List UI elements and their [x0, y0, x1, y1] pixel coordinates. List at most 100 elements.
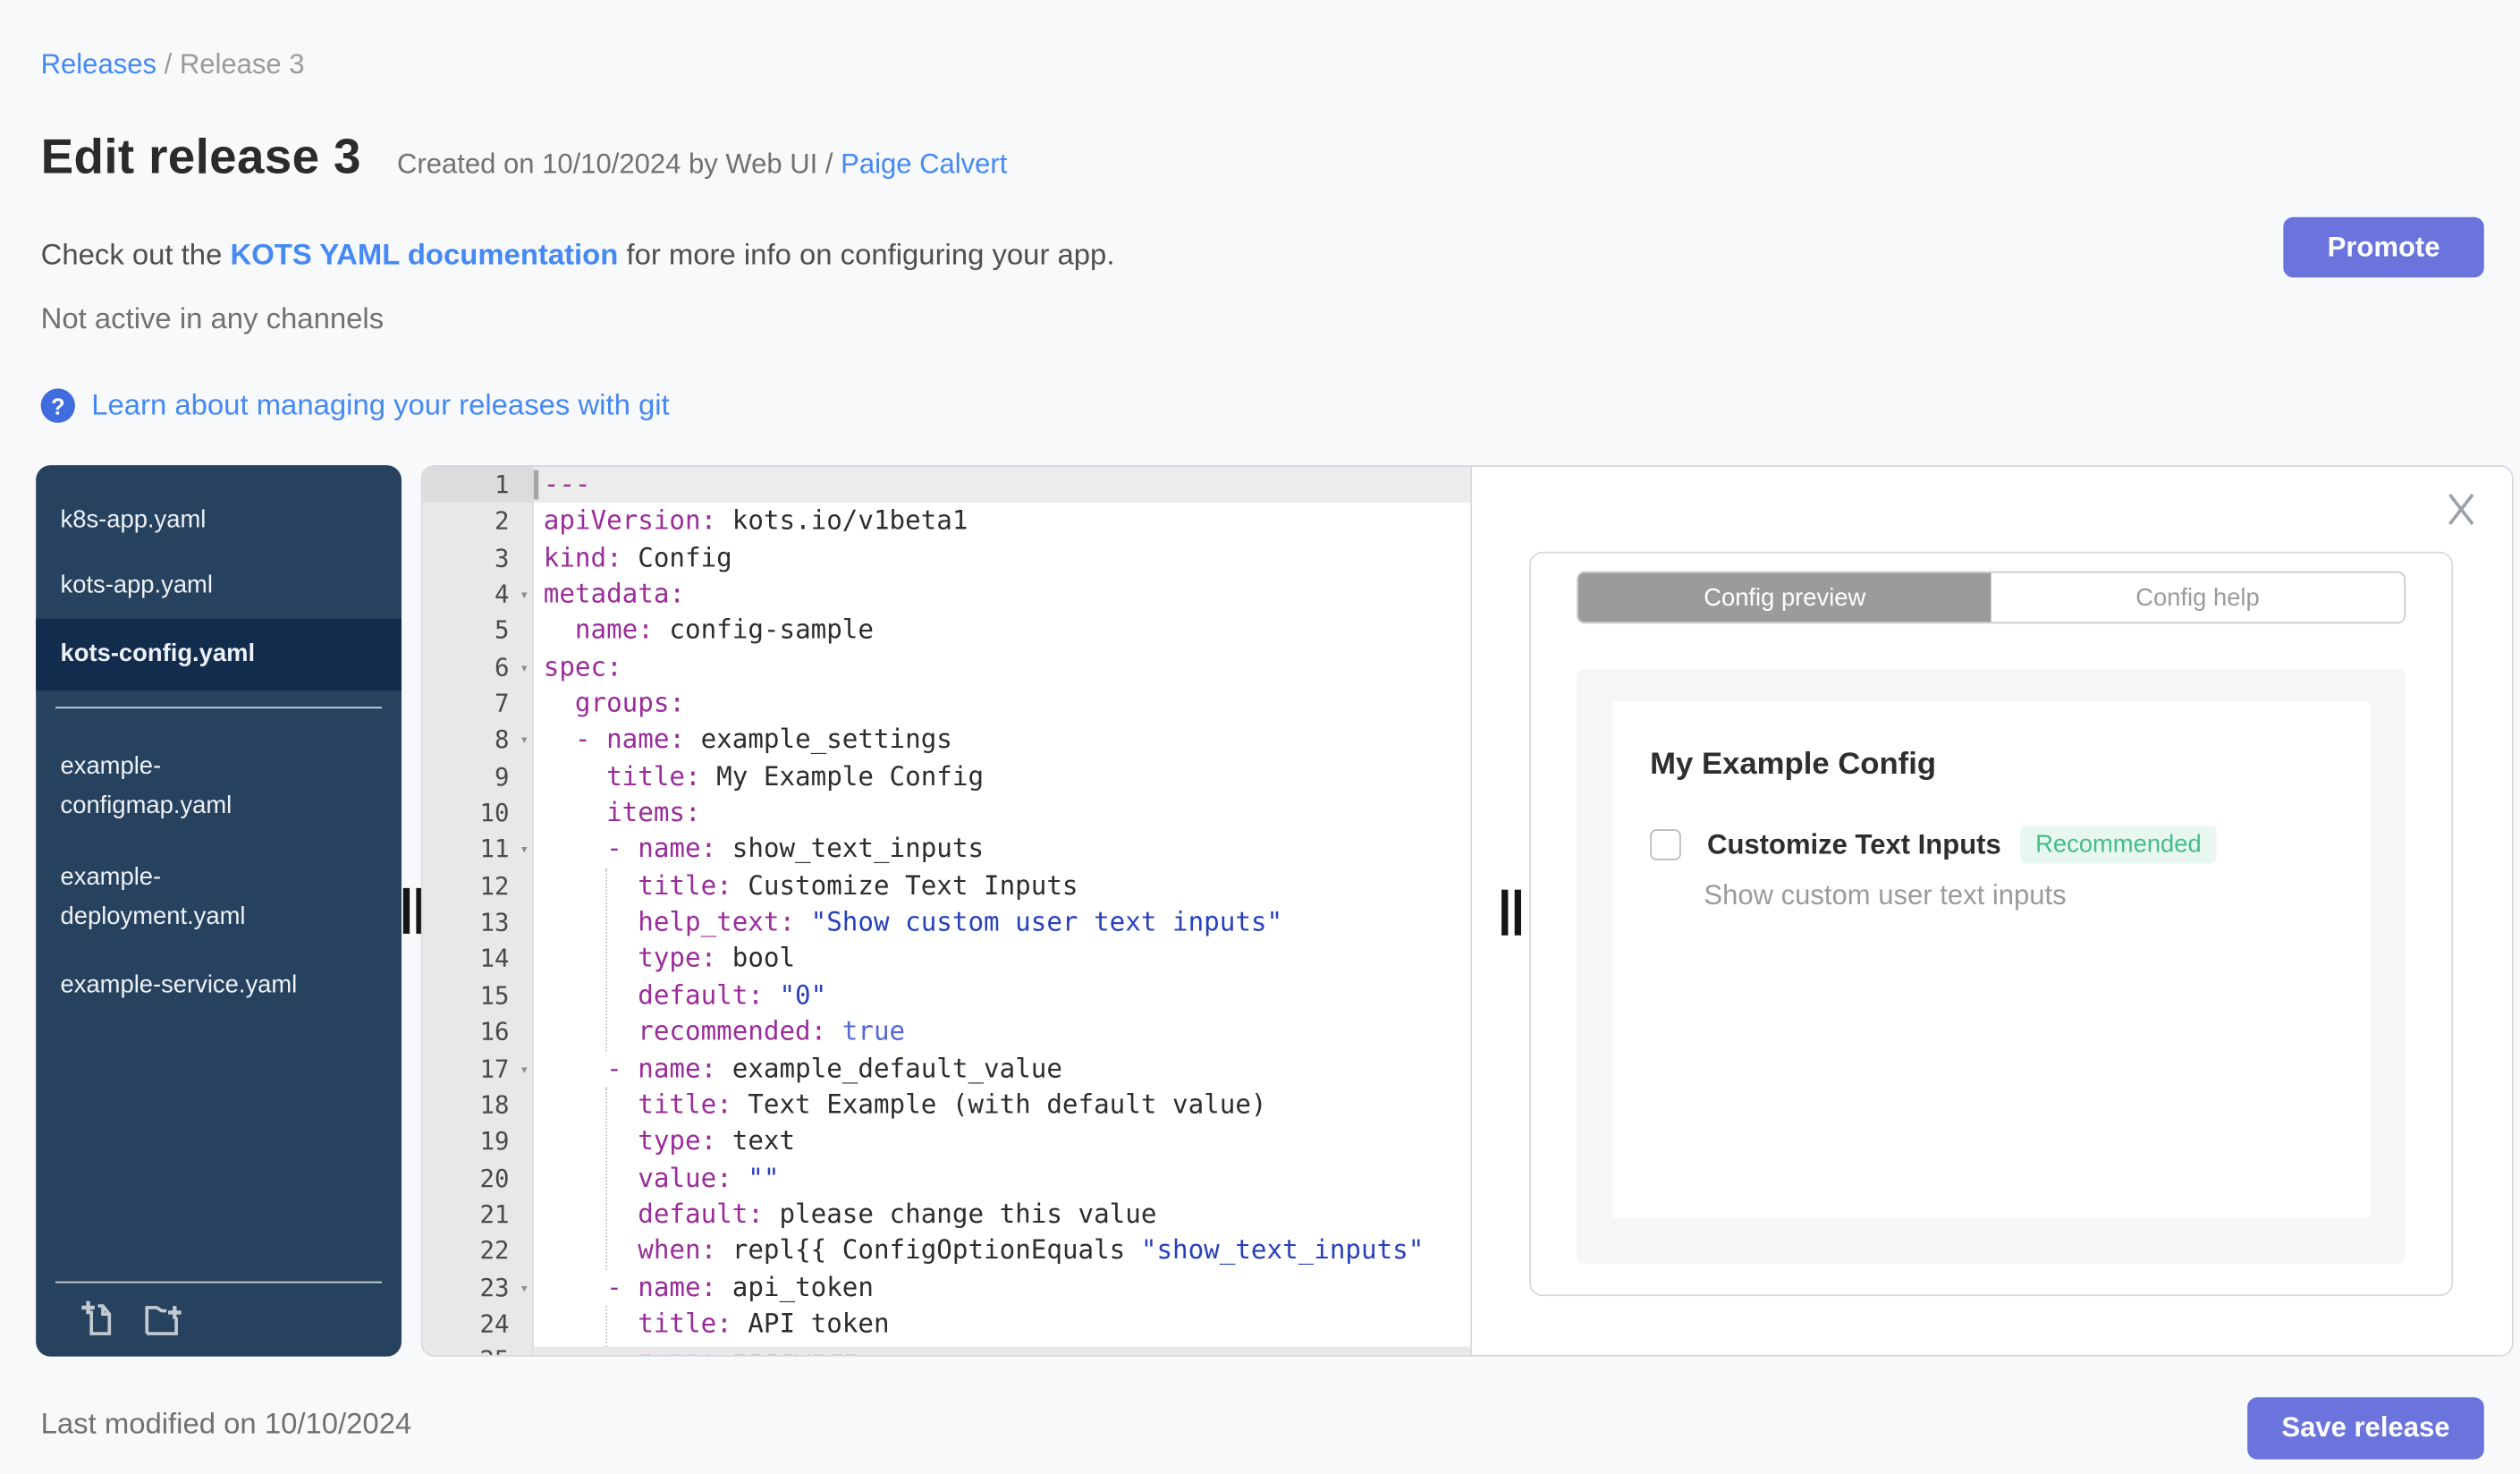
close-icon[interactable]: [2445, 491, 2478, 527]
tab-config-help[interactable]: Config help: [1991, 572, 2405, 623]
breadcrumb-releases-link[interactable]: Releases: [41, 49, 156, 80]
code-line-18[interactable]: 18 title: Text Example (with default val…: [422, 1087, 1471, 1124]
file-name-text: deployment.yaml: [60, 902, 246, 931]
save-release-button[interactable]: Save release: [2247, 1397, 2484, 1460]
line-number: 16: [422, 1013, 534, 1051]
sidebar-item-example-service.yaml[interactable]: example-service.yaml: [36, 953, 402, 1019]
code-line-11[interactable]: 11 ▾ - name: show_text_inputs: [422, 831, 1471, 870]
line-number: 23 ▾: [422, 1269, 534, 1308]
file-name-text: kots-config.yaml: [60, 640, 256, 668]
kots-yaml-doc-link[interactable]: KOTS YAML documentation: [230, 238, 618, 271]
tab-config-preview[interactable]: Config preview: [1577, 572, 1991, 623]
code-text: recommended: true: [543, 1015, 906, 1047]
code-line-3[interactable]: 3 kind: Config: [422, 539, 1471, 577]
code-text: default: "0": [543, 978, 827, 1011]
code-text: title: Text Example (with default value): [543, 1089, 1267, 1120]
code-text: title: My Example Config: [543, 760, 985, 792]
code-line-1[interactable]: 1 ---: [422, 466, 1471, 504]
code-line-17[interactable]: 17 ▾ - name: example_default_value: [422, 1050, 1471, 1089]
doc-prefix: Check out the: [40, 238, 231, 271]
doc-suffix: for more info on configuring your app.: [618, 238, 1115, 271]
fold-arrow-icon[interactable]: ▾: [520, 578, 529, 614]
editor-resize-handle[interactable]: [1501, 889, 1521, 936]
git-releases-link[interactable]: Learn about managing your releases with …: [91, 388, 669, 422]
sidebar-item-kots-config.yaml[interactable]: kots-config.yaml: [36, 618, 402, 691]
config-group-title: My Example Config: [1650, 747, 1937, 783]
code-line-23[interactable]: 23 ▾ - name: api_token: [422, 1269, 1471, 1308]
resize-bar: [1501, 889, 1509, 936]
code-line-10[interactable]: 10 items:: [422, 794, 1471, 832]
promote-button[interactable]: Promote: [2283, 216, 2484, 278]
fold-arrow-icon[interactable]: ▾: [520, 651, 529, 688]
customize-text-inputs-checkbox[interactable]: [1650, 829, 1681, 860]
line-number: 18: [422, 1087, 534, 1124]
code-line-15[interactable]: 15 default: "0": [422, 977, 1471, 1014]
code-text: help_text: "Show custom user text inputs…: [543, 906, 1283, 937]
config-preview-card: Config preview Config help My Example Co…: [1529, 551, 2454, 1297]
config-render-area: My Example Config Customize Text Inputs …: [1577, 669, 2406, 1264]
code-text: - name: show_text_inputs: [543, 833, 985, 865]
line-number: 12: [422, 868, 534, 905]
fold-arrow-icon[interactable]: ▾: [520, 724, 529, 760]
fold-arrow-icon[interactable]: ▾: [520, 1052, 529, 1089]
question-circle-icon: ?: [40, 388, 75, 423]
code-line-2[interactable]: 2 apiVersion: kots.io/v1beta1: [422, 503, 1471, 540]
code-text: - name: example_settings: [543, 724, 952, 755]
code-editor[interactable]: 1 --- 2 apiVersion: kots.io/v1beta1 3 kind: C…: [422, 466, 1473, 1355]
code-line-16[interactable]: 16 recommended: true: [422, 1013, 1471, 1051]
code-line-20[interactable]: 20 value: "": [422, 1159, 1471, 1197]
line-number: 2: [422, 503, 534, 540]
code-line-6[interactable]: 6 ▾ spec:: [422, 648, 1471, 688]
text-cursor: [533, 470, 539, 500]
sidebar-resize-handle[interactable]: [402, 887, 423, 934]
code-text: - name: api_token: [543, 1270, 874, 1302]
code-line-8[interactable]: 8 ▾ - name: example_settings: [422, 722, 1471, 760]
code-line-13[interactable]: 13 help_text: "Show custom user text inp…: [422, 904, 1471, 942]
new-folder-icon[interactable]: [144, 1298, 185, 1339]
code-line-7[interactable]: 7 groups:: [422, 685, 1471, 723]
code-line-5[interactable]: 5 name: config-sample: [422, 613, 1471, 649]
file-name-text: kots-app.yaml: [60, 571, 213, 599]
last-modified-text: Last modified on 10/10/2024: [40, 1407, 412, 1440]
code-line-21[interactable]: 21 default: please change this value: [422, 1196, 1471, 1233]
code-text: apiVersion: kots.io/v1beta1: [543, 504, 968, 537]
fold-arrow-icon[interactable]: ▾: [520, 834, 529, 870]
config-tabs: Config preview Config help: [1577, 571, 2406, 624]
file-name-text: example-: [60, 752, 162, 781]
line-number: 24: [422, 1305, 534, 1343]
code-line-14[interactable]: 14 type: bool: [422, 941, 1471, 978]
file-sidebar: k8s-app.yaml kots-app.yaml kots-config.yam…: [36, 465, 402, 1357]
code-line-24[interactable]: 24 title: API token: [422, 1305, 1471, 1343]
line-number: 21: [422, 1196, 534, 1233]
code-text: default: please change this value: [543, 1198, 1157, 1230]
line-number: 17 ▾: [422, 1050, 534, 1089]
code-text: metadata:: [543, 578, 686, 609]
sidebar-item-k8s-app.yaml[interactable]: k8s-app.yaml: [36, 488, 402, 554]
config-item-label: Customize Text Inputs: [1707, 828, 2001, 860]
sidebar-item-example-deployment.yaml[interactable]: example-deployment.yaml: [36, 843, 402, 953]
config-group-card: My Example Config Customize Text Inputs …: [1612, 701, 2371, 1218]
code-line-9[interactable]: 9 title: My Example Config: [422, 758, 1471, 795]
code-line-12[interactable]: 12 title: Customize Text Inputs: [422, 868, 1471, 905]
code-text: title: Customize Text Inputs: [543, 869, 1078, 902]
code-line-22[interactable]: 22 when: repl{{ ConfigOptionEquals "show…: [422, 1233, 1471, 1270]
code-text: when: repl{{ ConfigOptionEquals "show_te…: [543, 1234, 1425, 1266]
file-name-text: example-service.yaml: [60, 970, 298, 999]
editor-hscrollbar[interactable]: [533, 1346, 1471, 1355]
sidebar-file-list-bottom: example-configmap.yaml example-deployment…: [36, 724, 402, 1019]
channel-status: Not active in any channels: [40, 301, 385, 335]
new-file-icon[interactable]: [79, 1298, 120, 1339]
code-text: items:: [543, 796, 701, 828]
fold-arrow-icon[interactable]: ▾: [520, 1271, 529, 1308]
recommended-badge: Recommended: [2020, 826, 2217, 864]
sidebar-item-example-configmap.yaml[interactable]: example-configmap.yaml: [36, 732, 402, 843]
line-number: 19: [422, 1123, 534, 1160]
code-line-4[interactable]: 4 ▾ metadata:: [422, 576, 1471, 614]
line-number: 15: [422, 977, 534, 1014]
code-text: type: bool: [543, 942, 796, 974]
author-link[interactable]: Paige Calvert: [841, 148, 1007, 180]
sidebar-item-kots-app.yaml[interactable]: kots-app.yaml: [36, 554, 402, 619]
code-lines: 1 --- 2 apiVersion: kots.io/v1beta1 3 kind: C…: [422, 466, 1471, 1355]
code-line-19[interactable]: 19 type: text: [422, 1123, 1471, 1160]
file-name-text: example-: [60, 863, 162, 892]
